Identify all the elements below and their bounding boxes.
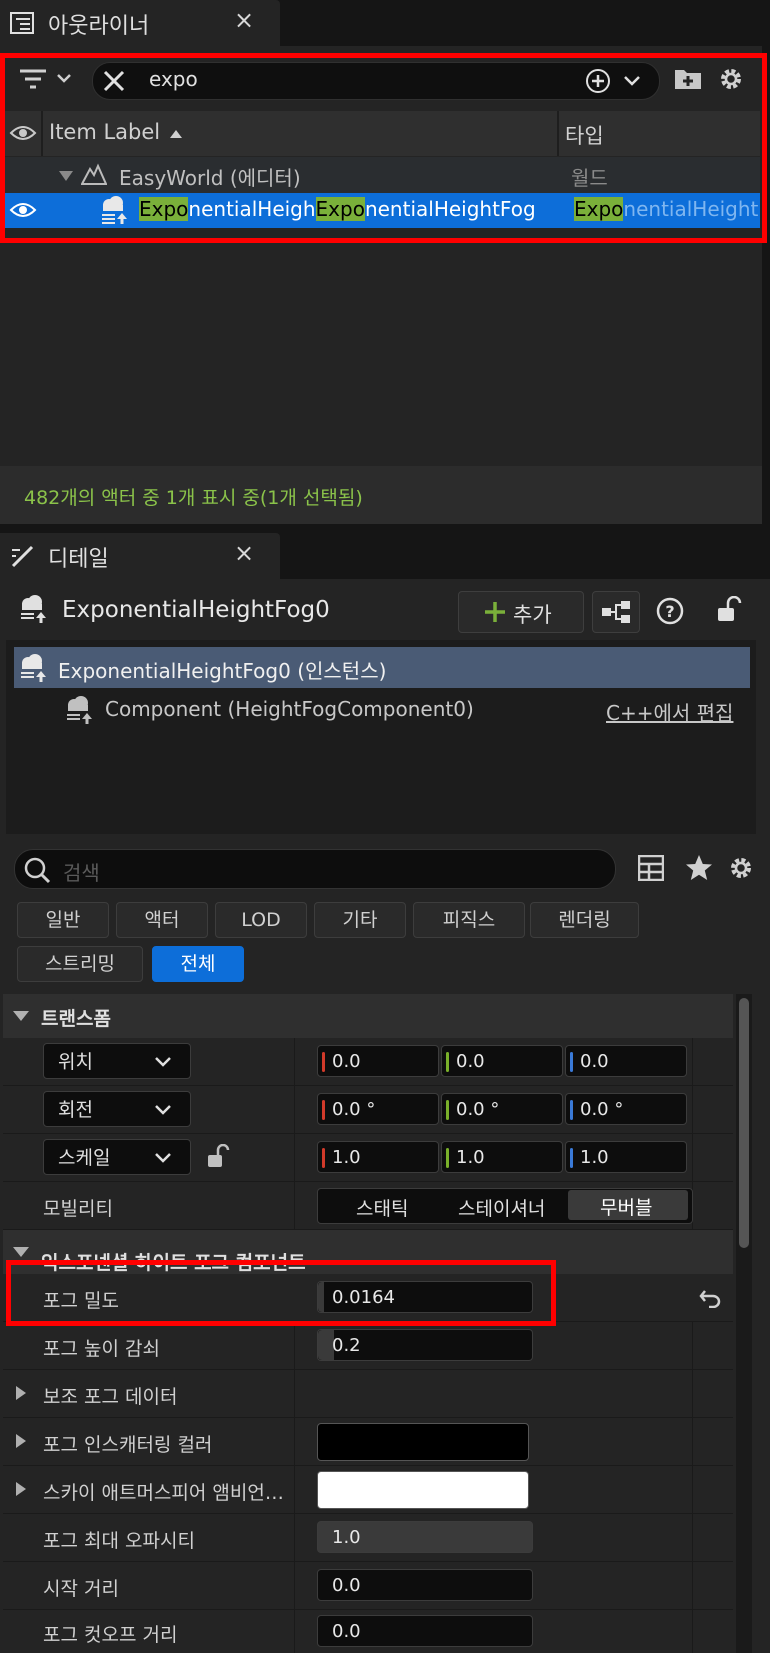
mobility-static[interactable]: 스태틱 bbox=[356, 1194, 408, 1221]
location-x-field[interactable]: 0.0 bbox=[317, 1045, 439, 1077]
outliner-tab[interactable]: 아웃라이너 × bbox=[0, 0, 280, 46]
property-row-secondary-fog[interactable]: 보조 포그 데이터 bbox=[3, 1370, 733, 1418]
property-row-scale: 스케일 1.0 1.0 1.0 bbox=[3, 1134, 733, 1182]
section-transform[interactable]: 트랜스폼 bbox=[3, 994, 733, 1038]
property-row-fog-max-opacity: 포그 최대 오파시티 1.0 bbox=[3, 1514, 733, 1562]
property-label: 포그 높이 감쇠 bbox=[43, 1338, 160, 1360]
property-label: 포그 최대 오파시티 bbox=[43, 1530, 195, 1552]
close-icon[interactable]: × bbox=[234, 6, 254, 34]
property-label: 스카이 애트머스피어 앰비언… bbox=[43, 1482, 284, 1504]
property-row-mobility: 모빌리티 스태틱 스테이셔너 무버블 bbox=[3, 1182, 733, 1230]
expand-arrow-icon[interactable] bbox=[15, 1385, 27, 1401]
details-tab[interactable]: 디테일 × bbox=[0, 533, 280, 579]
scale-y-field[interactable]: 1.0 bbox=[441, 1141, 563, 1173]
blueprint-button[interactable] bbox=[592, 591, 640, 633]
expand-arrow-icon[interactable] bbox=[15, 1433, 27, 1449]
status-text: 482개의 액터 중 1개 표시 중(1개 선택됨) bbox=[24, 487, 363, 509]
fog-actor-icon bbox=[21, 595, 46, 623]
tree-item-label: ExponentialHeightFog0 (인스턴스) bbox=[58, 659, 387, 683]
details-search-box[interactable]: 검색 bbox=[14, 849, 616, 889]
highlight-box-outliner bbox=[0, 53, 767, 243]
scale-x-field[interactable]: 1.0 bbox=[317, 1141, 439, 1173]
section-title: 트랜스폼 bbox=[41, 1008, 111, 1030]
add-component-button[interactable]: 추가 bbox=[458, 591, 584, 633]
mobility-segmented-control: 스태틱 스테이셔너 무버블 bbox=[317, 1188, 693, 1224]
collapse-arrow-icon bbox=[13, 1011, 29, 1021]
outliner-tab-bar: 아웃라이너 × bbox=[0, 0, 770, 46]
fog-max-opacity-field[interactable]: 1.0 bbox=[317, 1521, 533, 1553]
scrollbar-thumb[interactable] bbox=[739, 998, 749, 1248]
actor-name: ExponentialHeightFog0 bbox=[62, 597, 330, 623]
category-streaming[interactable]: 스트리밍 bbox=[17, 946, 143, 982]
property-row-location: 위치 0.0 0.0 0.0 bbox=[3, 1038, 733, 1086]
search-icon bbox=[24, 857, 51, 884]
pencil-icon bbox=[11, 545, 34, 568]
unlock-icon[interactable] bbox=[206, 1144, 232, 1170]
category-all[interactable]: 전체 bbox=[152, 946, 244, 982]
add-label: 추가 bbox=[513, 603, 552, 627]
property-row-start-distance: 시작 거리 0.0 bbox=[3, 1562, 733, 1610]
fog-component-icon bbox=[67, 696, 92, 724]
category-rendering[interactable]: 렌더링 bbox=[530, 902, 639, 938]
edit-in-cpp-link[interactable]: C++에서 편집 bbox=[606, 697, 733, 726]
tree-item-component[interactable]: Component (HeightFogComponent0) C++에서 편집 bbox=[14, 690, 750, 730]
hierarchy-icon bbox=[602, 601, 630, 623]
fog-cutoff-field[interactable]: 0.0 bbox=[317, 1615, 533, 1647]
location-dropdown[interactable]: 위치 bbox=[43, 1043, 191, 1079]
location-z-field[interactable]: 0.0 bbox=[565, 1045, 687, 1077]
rotation-x-field[interactable]: 0.0 ° bbox=[317, 1093, 439, 1125]
close-icon[interactable]: × bbox=[234, 539, 254, 567]
mobility-stationary[interactable]: 스테이셔너 bbox=[458, 1194, 545, 1221]
search-placeholder: 검색 bbox=[63, 861, 100, 885]
property-row-fog-height-falloff: 포그 높이 감쇠 0.2 bbox=[3, 1322, 733, 1370]
settings-gear-icon[interactable] bbox=[727, 854, 755, 882]
reset-to-default-icon[interactable] bbox=[699, 1288, 723, 1308]
plus-icon bbox=[485, 602, 505, 622]
property-row-fog-cutoff: 포그 컷오프 거리 0.0 bbox=[3, 1610, 733, 1653]
chevron-down-icon bbox=[155, 1057, 171, 1067]
collapse-arrow-icon bbox=[13, 1247, 29, 1257]
rotation-z-field[interactable]: 0.0 ° bbox=[565, 1093, 687, 1125]
scale-dropdown[interactable]: 스케일 bbox=[43, 1139, 191, 1175]
details-tab-bar: 디테일 × bbox=[0, 533, 770, 579]
mobility-movable[interactable]: 무버블 bbox=[568, 1190, 688, 1220]
highlight-box-fog-density bbox=[6, 1260, 556, 1326]
property-label: 포그 인스캐터링 컬러 bbox=[43, 1434, 213, 1456]
property-row-sky-ambient[interactable]: 스카이 애트머스피어 앰비언… bbox=[3, 1466, 733, 1514]
details-tab-title: 디테일 bbox=[48, 547, 109, 572]
outliner-status-bar: 482개의 액터 중 1개 표시 중(1개 선택됨) bbox=[0, 466, 762, 524]
property-row-rotation: 회전 0.0 ° 0.0 ° 0.0 ° bbox=[3, 1086, 733, 1134]
property-label: 시작 거리 bbox=[43, 1578, 119, 1600]
start-distance-field[interactable]: 0.0 bbox=[317, 1569, 533, 1601]
property-row-inscattering-color[interactable]: 포그 인스캐터링 컬러 bbox=[3, 1418, 733, 1466]
location-y-field[interactable]: 0.0 bbox=[441, 1045, 563, 1077]
outliner-tab-title: 아웃라이너 bbox=[48, 14, 150, 39]
property-label: 포그 컷오프 거리 bbox=[43, 1624, 178, 1646]
favorite-star-icon[interactable] bbox=[685, 854, 713, 882]
category-general[interactable]: 일반 bbox=[17, 902, 109, 938]
sky-ambient-color-swatch[interactable] bbox=[317, 1471, 529, 1509]
scale-z-field[interactable]: 1.0 bbox=[565, 1141, 687, 1173]
fog-actor-icon bbox=[21, 654, 46, 682]
chevron-down-icon bbox=[155, 1153, 171, 1163]
fog-height-falloff-field[interactable]: 0.2 bbox=[317, 1329, 533, 1361]
category-actor[interactable]: 액터 bbox=[116, 902, 208, 938]
property-label: 모빌리티 bbox=[43, 1198, 113, 1220]
table-view-icon[interactable] bbox=[638, 855, 664, 881]
property-label: 보조 포그 데이터 bbox=[43, 1386, 178, 1408]
expand-arrow-icon[interactable] bbox=[15, 1481, 27, 1497]
rotation-y-field[interactable]: 0.0 ° bbox=[441, 1093, 563, 1125]
rotation-dropdown[interactable]: 회전 bbox=[43, 1091, 191, 1127]
chevron-down-icon bbox=[155, 1105, 171, 1115]
inscattering-color-swatch[interactable] bbox=[317, 1423, 529, 1461]
tree-item-instance[interactable]: ExponentialHeightFog0 (인스턴스) bbox=[14, 647, 750, 688]
outliner-icon bbox=[10, 12, 34, 34]
help-icon[interactable]: ? bbox=[656, 597, 684, 625]
tree-item-label: Component (HeightFogComponent0) bbox=[105, 697, 474, 721]
unlock-icon[interactable] bbox=[716, 596, 742, 624]
category-lod[interactable]: LOD bbox=[215, 902, 307, 938]
category-physics[interactable]: 피직스 bbox=[413, 902, 525, 938]
category-misc[interactable]: 기타 bbox=[314, 902, 406, 938]
svg-text:?: ? bbox=[665, 602, 674, 621]
